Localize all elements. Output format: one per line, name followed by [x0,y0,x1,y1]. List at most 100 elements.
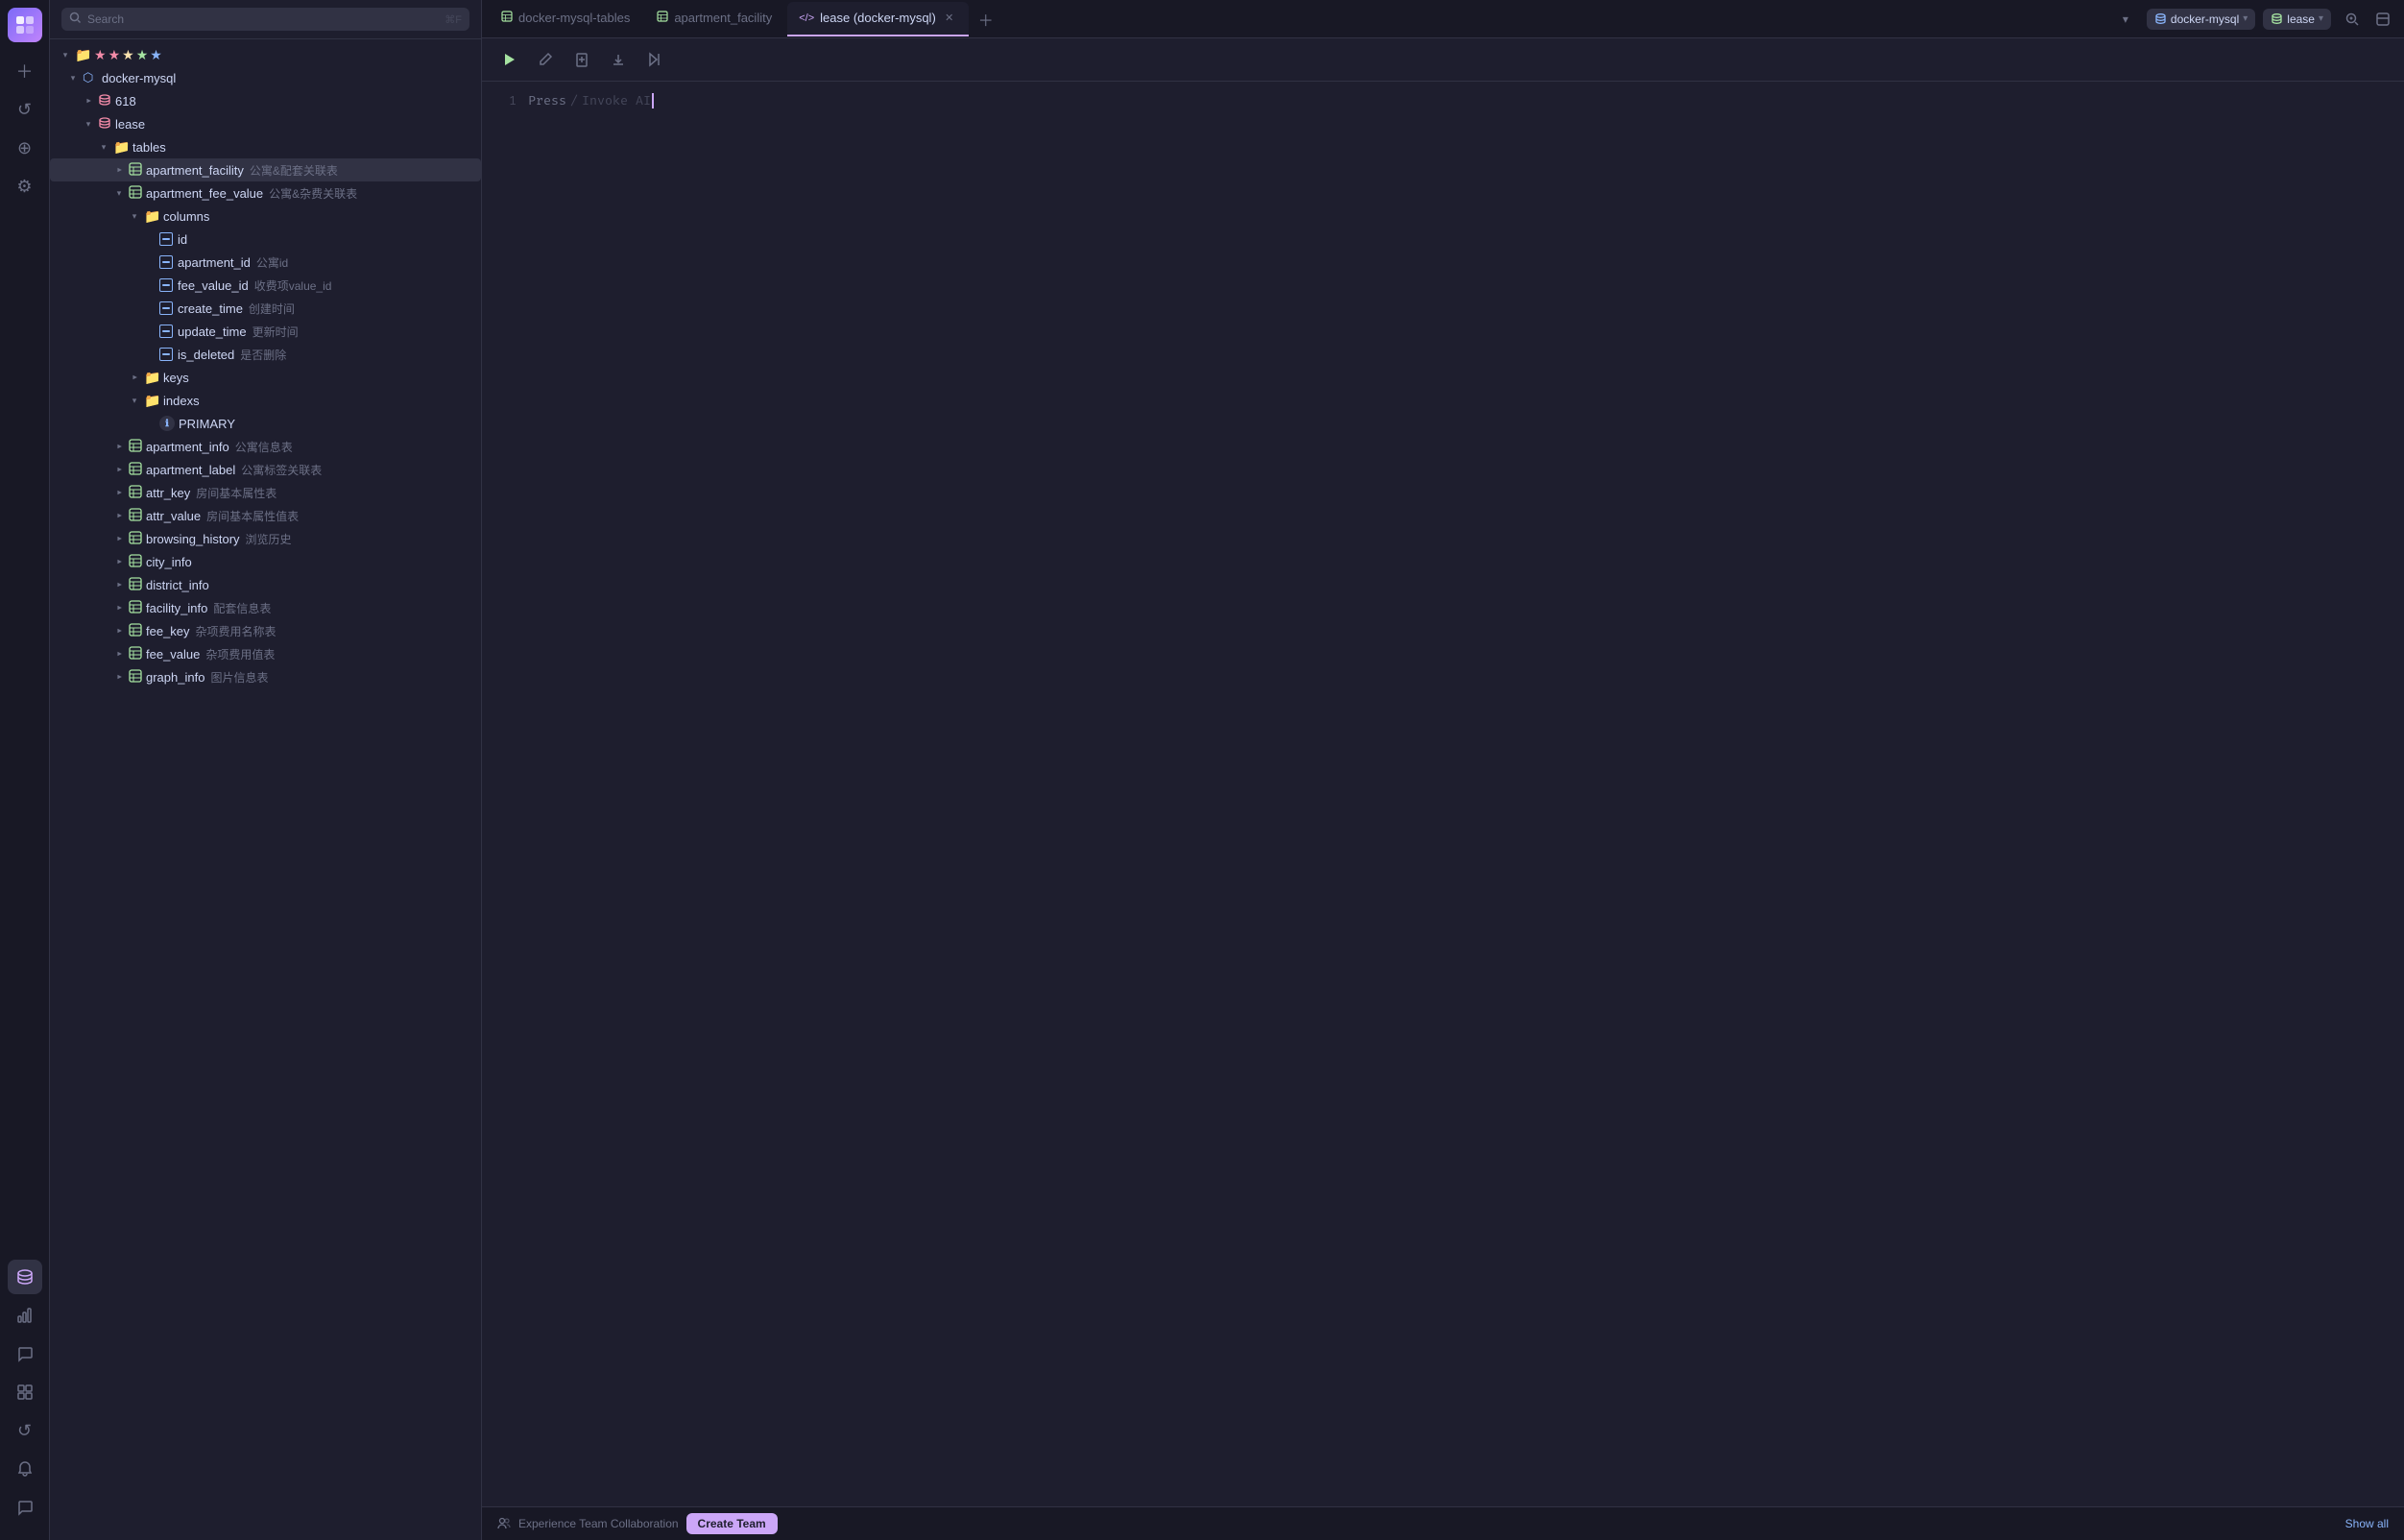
tab-docker-mysql-tables[interactable]: docker-mysql-tables [490,2,641,36]
add-bookmark-button[interactable] [566,44,597,75]
attr-key-arrow: ▾ [111,485,127,500]
feedback-icon[interactable] [8,1490,42,1525]
primary-label: PRIMARY [179,417,235,431]
district-info-label: district_info [146,578,209,592]
sidebar: Search ⌘F ▾ 📁 ★★★★★ ▾ ⬡ docker-mysql [50,0,482,1540]
db-618[interactable]: ▾ 618 [50,89,481,112]
indexs-folder[interactable]: ▾ 📁 indexs [50,389,481,412]
sidebar-tree: ▾ 📁 ★★★★★ ▾ ⬡ docker-mysql ▾ [50,39,481,1540]
connection-arrow: ▾ [65,70,81,85]
col-ct-icon [159,301,173,315]
browse-hist-label: browsing_history [146,532,240,546]
col-is-deleted[interactable]: ▾ is_deleted 是否删除 [50,343,481,366]
chat-sidebar-icon[interactable] [8,1336,42,1371]
col-create-time[interactable]: ▾ create_time 创建时间 [50,297,481,320]
apt-fac-arrow: ▾ [111,162,127,178]
tab-lease[interactable]: </> lease (docker-mysql) ✕ [787,2,969,36]
tab-chevron-icon[interactable]: ▾ [2112,6,2139,33]
table-icon-fee-val [129,646,142,662]
table-attr-key[interactable]: ▾ attr_key 房间基本属性表 [50,481,481,504]
keys-folder-arrow: ▾ [127,370,142,385]
tables-folder-label: tables [132,140,166,155]
apt-lbl-label: apartment_label [146,463,235,477]
tab-apartment-facility[interactable]: apartment_facility [645,2,783,36]
tab-table-icon-2 [657,11,668,25]
columns-folder[interactable]: ▾ 📁 columns [50,205,481,228]
table-attr-value[interactable]: ▾ attr_value 房间基本属性值表 [50,504,481,527]
settings-icon[interactable]: ⚙ [8,169,42,204]
col-ct-label: create_time [178,301,243,316]
table-facility-info[interactable]: ▾ facility_info 配套信息表 [50,596,481,619]
run-all-button[interactable] [639,44,670,75]
edit-query-button[interactable] [530,44,561,75]
apt-info-comment: 公寓信息表 [235,439,293,455]
bottom-bar-left: Experience Team Collaboration Create Tea… [497,1513,778,1534]
table-icon-attr-key [129,485,142,501]
chart-sidebar-icon[interactable] [8,1298,42,1333]
search-label: Search [87,12,439,26]
col-apartment-id[interactable]: ▾ apartment_id 公寓id [50,251,481,274]
content-area: docker-mysql-tables apartment_facility [482,0,2404,1540]
panel-icon[interactable] [2369,6,2396,33]
connection-docker-mysql[interactable]: ▾ ⬡ docker-mysql [50,66,481,89]
table-fee-value[interactable]: ▾ fee_value 杂项费用值表 [50,642,481,665]
tab-add-button[interactable]: ＋ [973,6,999,33]
tables-folder-arrow: ▾ [96,139,111,155]
apt-fee-label: apartment_fee_value [146,186,263,201]
facility-info-label: facility_info [146,601,207,615]
db-lease[interactable]: ▾ lease [50,112,481,135]
col-apt-id-comment: 公寓id [256,254,288,271]
open-url-icon[interactable]: ⊕ [8,131,42,165]
table-icon-apt-info [129,439,142,455]
tab-label-1: docker-mysql-tables [518,11,630,25]
tables-folder[interactable]: ▾ 📁 tables [50,135,481,158]
col-id[interactable]: ▾ id [50,228,481,251]
apt-fac-comment: 公寓&配套关联表 [250,162,338,179]
grid-sidebar-icon[interactable] [8,1375,42,1409]
root-favorites[interactable]: ▾ 📁 ★★★★★ [50,43,481,66]
tab-bar: docker-mysql-tables apartment_facility [482,0,2404,38]
db-connection-selector[interactable]: docker-mysql ▾ [2147,9,2255,30]
index-primary[interactable]: ▾ ℹ PRIMARY [50,412,481,435]
tab-close-lease[interactable]: ✕ [942,11,957,26]
city-info-arrow: ▾ [111,554,127,569]
db-schema-selector[interactable]: lease ▾ [2263,9,2331,30]
col-fee-value-id[interactable]: ▾ fee_value_id 收费项value_id [50,274,481,297]
keys-folder[interactable]: ▾ 📁 keys [50,366,481,389]
table-browsing-history[interactable]: ▾ browsing_history 浏览历史 [50,527,481,550]
sidebar-search[interactable]: Search ⌘F [61,8,469,31]
zoom-icon[interactable] [2339,6,2366,33]
col-fv-id-label: fee_value_id [178,278,249,293]
col-fv-id-icon [159,278,173,292]
download-button[interactable] [603,44,634,75]
attr-val-label: attr_value [146,509,201,523]
table-fee-key[interactable]: ▾ fee_key 杂项费用名称表 [50,619,481,642]
refresh-connection-icon[interactable]: ↺ [8,92,42,127]
notification-icon[interactable] [8,1452,42,1486]
table-city-info[interactable]: ▾ city_info [50,550,481,573]
apt-fee-arrow: ▾ [111,185,127,201]
table-apartment-fee-value[interactable]: ▾ apartment_fee_value 公寓&杂费关联表 [50,181,481,205]
col-update-time[interactable]: ▾ update_time 更新时间 [50,320,481,343]
table-apartment-label[interactable]: ▾ apartment_label 公寓标签关联表 [50,458,481,481]
favorites-stars: ★★★★★ [94,47,164,63]
col-ut-icon [159,325,173,338]
show-all-button[interactable]: Show all [2345,1517,2389,1530]
table-graph-info[interactable]: ▾ graph_info 图片信息表 [50,665,481,688]
table-district-info[interactable]: ▾ district_info [50,573,481,596]
table-apartment-facility[interactable]: ▾ apartment_facility 公寓&配套关联表 [50,158,481,181]
placeholder-invoke: Invoke AI [582,93,651,108]
run-query-button[interactable] [493,44,524,75]
database-sidebar-icon[interactable] [8,1260,42,1294]
editor-content[interactable]: Press / Invoke AI [528,93,2389,1495]
create-team-button[interactable]: Create Team [686,1513,778,1534]
activity-bar: ＋ ↺ ⊕ ⚙ [0,0,50,1540]
table-apartment-info[interactable]: ▾ apartment_info 公寓信息表 [50,435,481,458]
sync-icon[interactable]: ↺ [8,1413,42,1448]
line-numbers: 1 [497,93,517,1495]
add-connection-icon[interactable]: ＋ [8,54,42,88]
graph-info-arrow: ▾ [111,669,127,685]
tables-folder-icon: 📁 [113,139,129,155]
app-logo[interactable] [8,8,42,42]
col-apt-id-icon [159,255,173,269]
